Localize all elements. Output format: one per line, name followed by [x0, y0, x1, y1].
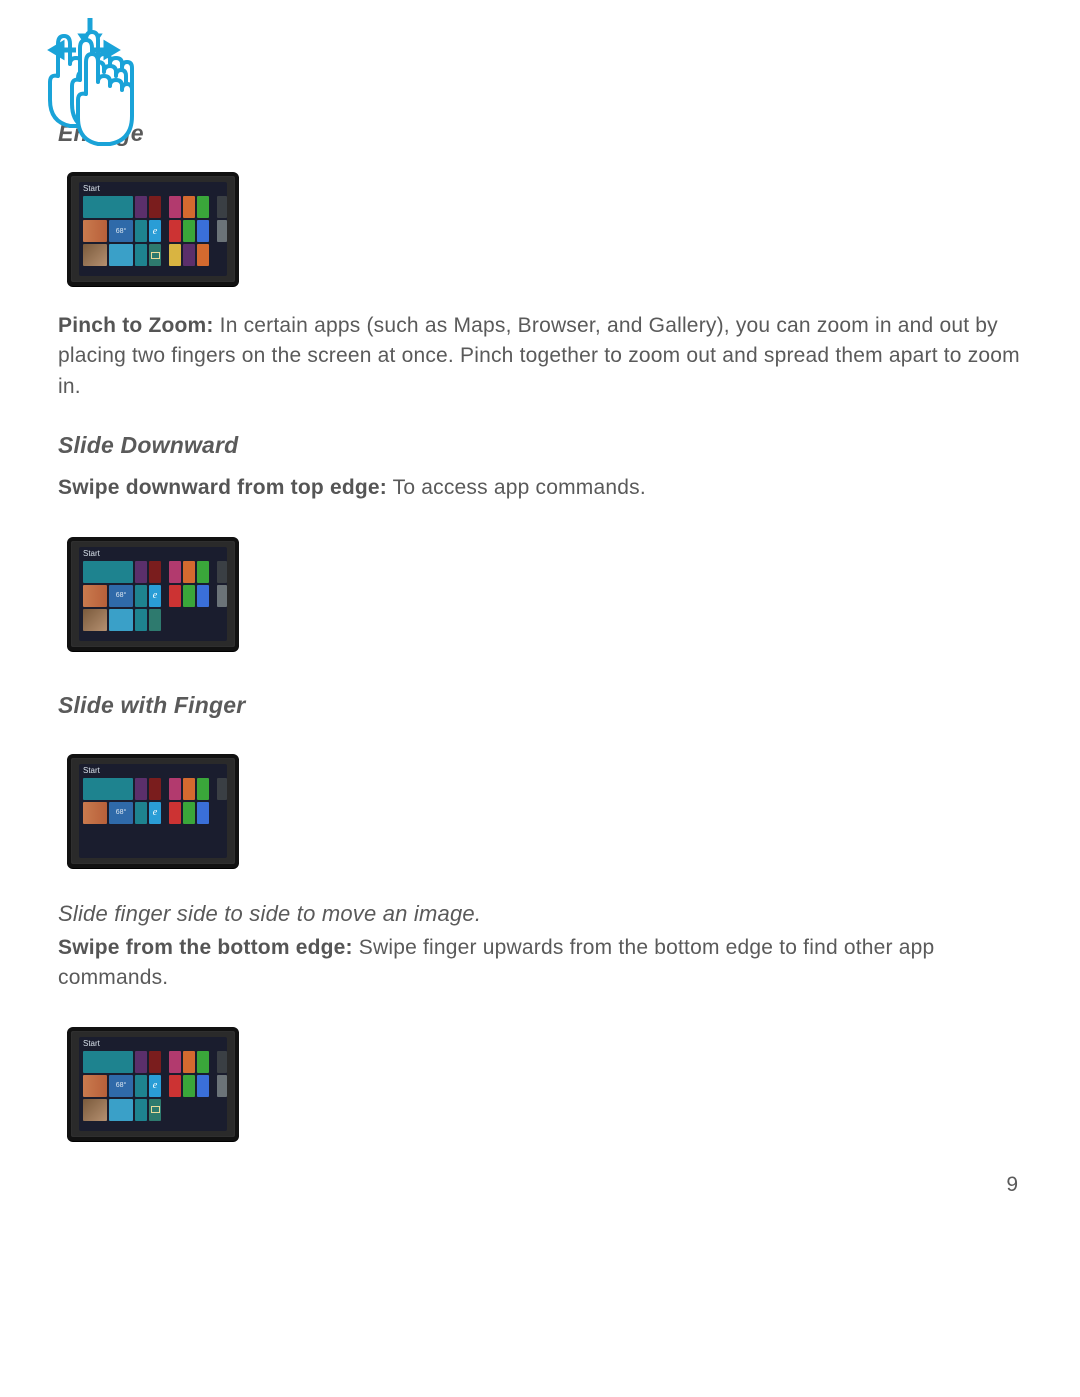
start-label: Start — [83, 549, 100, 558]
weather-tile: 68° — [109, 1075, 133, 1097]
bold-lead-swipe-bottom: Swipe from the bottom edge: — [58, 936, 353, 959]
page-number: 9 — [1006, 1173, 1018, 1197]
figure-slide-side: Start 68° — [58, 743, 248, 879]
paragraph-swipe-down: Swipe downward from top edge: To access … — [58, 473, 1022, 503]
heading-enlarge: Enlarge — [58, 120, 1022, 147]
weather-tile: 68° — [109, 220, 133, 242]
tablet-illustration: Start 68° — [67, 754, 239, 868]
hand-swipe-down-icon — [56, 22, 140, 132]
start-label: Start — [83, 184, 100, 193]
document-page: Enlarge Start 68° — [0, 0, 1080, 1397]
figure-swipe-up: Start 68° — [58, 1016, 248, 1152]
paragraph-pinch-zoom: Pinch to Zoom: In certain apps (such as … — [58, 311, 1022, 402]
weather-tile: 68° — [109, 802, 133, 824]
bold-lead-swipe-down: Swipe downward from top edge: — [58, 476, 387, 499]
ie-tile-icon — [149, 585, 161, 607]
weather-tile: 68° — [109, 585, 133, 607]
ie-tile-icon — [149, 802, 161, 824]
paragraph-swipe-bottom: Swipe from the bottom edge: Swipe finger… — [58, 933, 1022, 994]
ie-tile-icon — [149, 1075, 161, 1097]
start-label: Start — [83, 1039, 100, 1048]
text-swipe-down: To access app commands. — [387, 476, 646, 499]
heading-slide-finger: Slide with Finger — [58, 692, 1022, 719]
ie-tile-icon — [149, 220, 161, 242]
tablet-illustration: Start 68° — [67, 172, 239, 286]
desktop-tile-icon — [149, 244, 161, 266]
caption-slide-side: Slide finger side to side to move an ima… — [58, 901, 1022, 927]
start-label: Start — [83, 766, 100, 775]
heading-slide-downward: Slide Downward — [58, 432, 1022, 459]
tablet-illustration: Start 68° — [67, 537, 239, 651]
bold-lead-pinch: Pinch to Zoom: — [58, 314, 214, 337]
tablet-illustration: Start 68° — [67, 1027, 239, 1141]
figure-swipe-down: Start 68° — [58, 526, 248, 662]
figure-pinch-to-zoom: Start 68° — [58, 161, 248, 297]
desktop-tile-icon — [149, 1099, 161, 1121]
